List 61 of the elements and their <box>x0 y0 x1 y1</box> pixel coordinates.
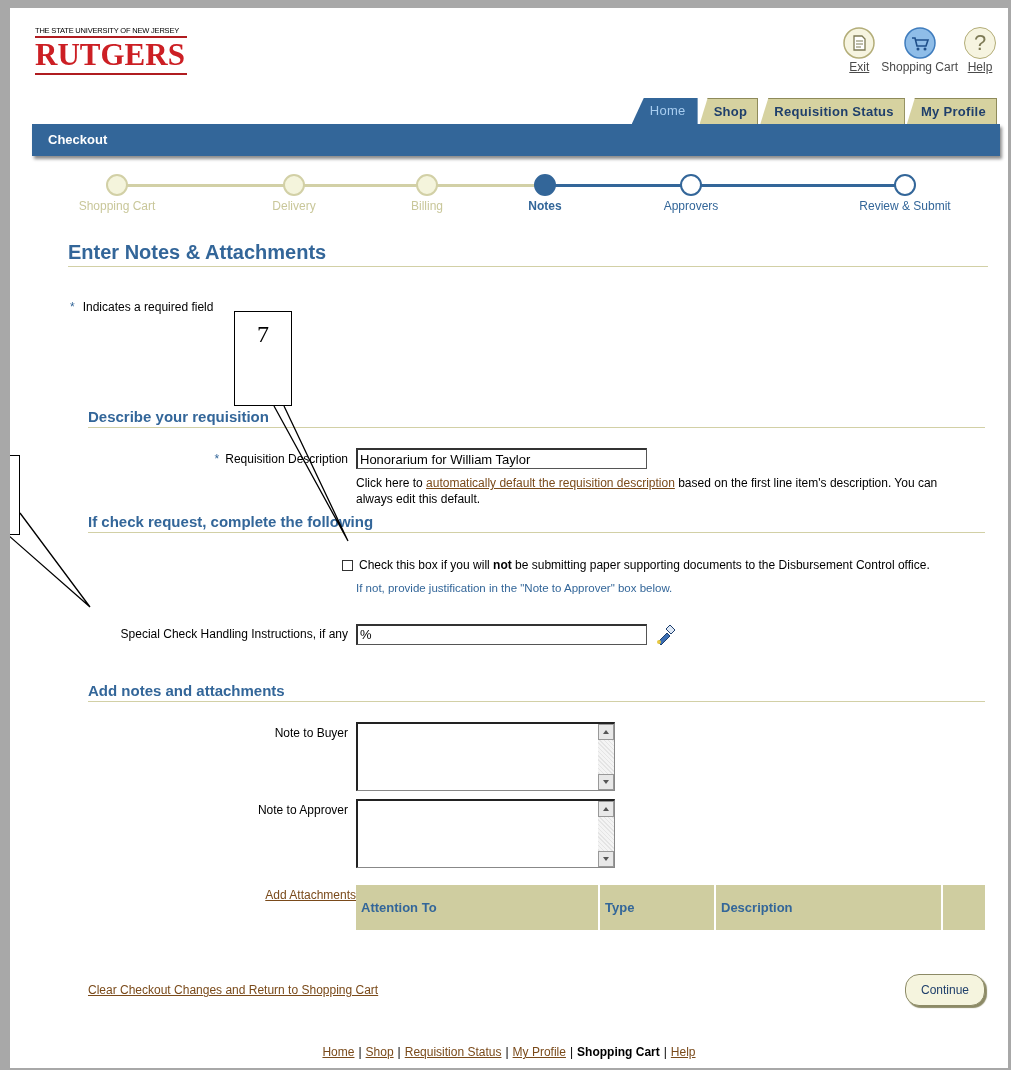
column-header: Type <box>600 885 716 931</box>
footer-link[interactable]: Shopping Cart <box>577 1043 660 1062</box>
flashlight-icon[interactable] <box>655 623 677 646</box>
clear-changes-link[interactable]: Clear Checkout Changes and Return to Shopping Cart <box>88 981 379 1000</box>
column-header: Description <box>716 885 943 931</box>
scroll-up-icon <box>598 801 614 818</box>
required-marker: * <box>214 450 220 468</box>
step-marker[interactable] <box>534 174 556 196</box>
header-link[interactable]: Help <box>967 60 993 75</box>
add-attachments-link[interactable]: Add Attachments <box>88 885 356 905</box>
scroll-down-icon <box>598 851 614 868</box>
scroll-down-icon <box>598 774 614 791</box>
required-marker: * <box>70 299 75 316</box>
header-label: Shopping Cart <box>881 60 958 75</box>
default-description-link[interactable]: automatically default the requisition description <box>426 476 675 490</box>
step-label[interactable]: Notes <box>528 197 562 215</box>
field-label: Note to Approver <box>257 802 348 820</box>
link-separator: | <box>397 1044 401 1062</box>
field-label: Special Check Handling Instructions, if any <box>119 625 348 643</box>
continue-button[interactable]: Continue <box>905 974 985 1007</box>
page-title: Enter Notes & Attachments <box>68 240 328 264</box>
page-bar-title: Checkout <box>48 131 108 150</box>
requisition-description-field[interactable]: Honorarium for William Taylor <box>356 448 647 469</box>
checkbox[interactable] <box>342 559 353 571</box>
footer-link[interactable]: Home <box>322 1043 355 1062</box>
scrollbar[interactable] <box>598 724 614 791</box>
tab[interactable]: Requisition Status <box>760 98 905 124</box>
help-icon[interactable]: ? <box>964 27 996 59</box>
tab[interactable]: Shop <box>699 98 759 124</box>
footer-link[interactable]: My Profile <box>512 1043 566 1062</box>
cart-icon[interactable] <box>903 27 936 59</box>
logo-name: RUTGERS <box>35 38 186 72</box>
column-header: Attention To <box>356 885 600 931</box>
header-link[interactable]: Exit <box>849 60 870 75</box>
footer-link[interactable]: Help <box>670 1043 696 1062</box>
tab[interactable]: My Profile <box>906 98 997 124</box>
tab[interactable]: Home <box>631 98 698 124</box>
link-separator: | <box>663 1044 667 1062</box>
special-instructions-field[interactable]: % <box>356 623 647 645</box>
note-field[interactable] <box>356 722 615 792</box>
link-separator: | <box>505 1044 509 1062</box>
step-label[interactable]: Review & Submit <box>859 197 951 215</box>
step-marker[interactable] <box>894 174 916 196</box>
field-label: Note to Buyer <box>274 725 348 743</box>
note-field[interactable] <box>356 799 615 869</box>
section-heading: Describe your requisition <box>88 408 270 426</box>
scrollbar[interactable] <box>598 801 614 868</box>
section-heading: Add notes and attachments <box>88 682 286 701</box>
link-separator: | <box>569 1044 574 1062</box>
footer-link[interactable]: Requisition Status <box>404 1043 502 1062</box>
help-text: Click here to automatically default the requisition description based on the first line item's description. You can always edit this default. <box>356 475 939 507</box>
exit-icon[interactable] <box>843 27 876 59</box>
link-separator: | <box>358 1044 362 1062</box>
required-note: Indicates a required field <box>82 299 214 316</box>
scroll-up-icon <box>598 724 614 741</box>
checkbox-label: Check this box if you will not be submitting paper supporting documents to the Disbursement Control office. <box>359 557 930 574</box>
hint-text: If not, provide justification in the "Note to Approver" box below. <box>356 581 674 596</box>
step-label[interactable]: Approvers <box>663 197 719 215</box>
step-marker[interactable] <box>680 174 702 196</box>
footer-link[interactable]: Shop <box>365 1043 394 1062</box>
callout-number: 7 <box>257 322 269 349</box>
